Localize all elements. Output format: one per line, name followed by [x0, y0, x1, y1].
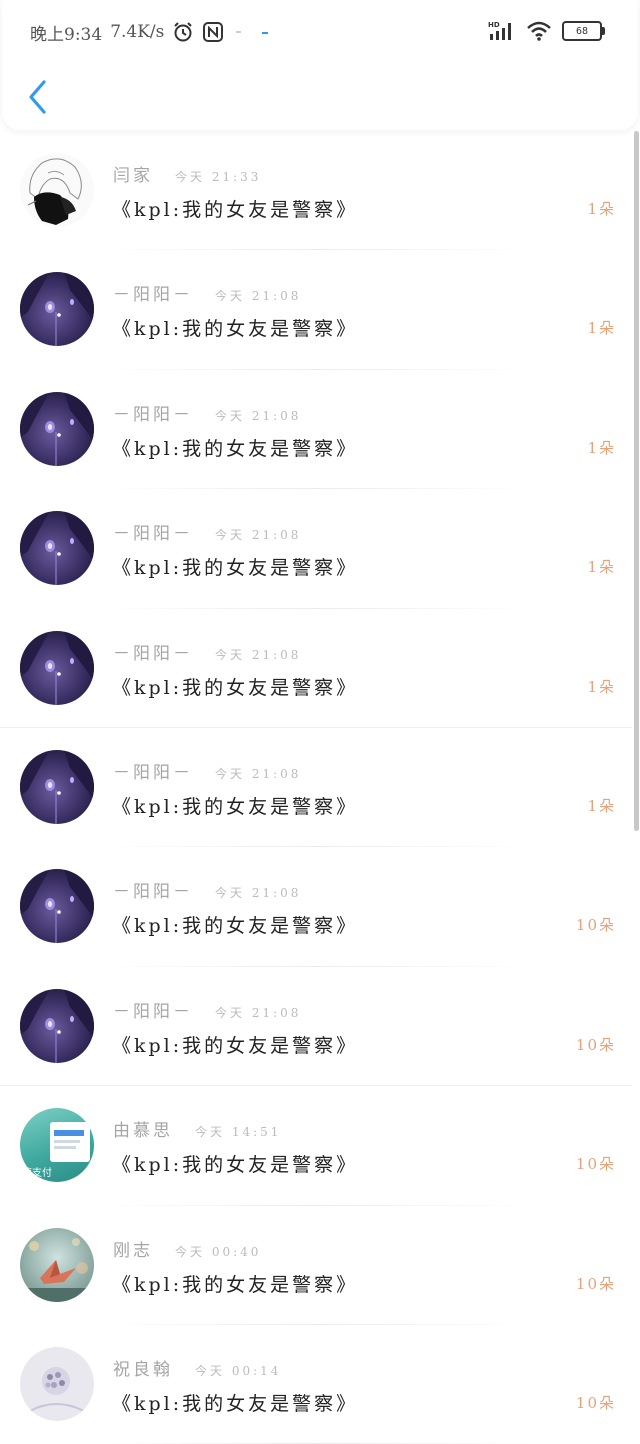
user-name: 由慕思	[113, 1121, 173, 1142]
avatar-anime-purple[interactable]	[20, 391, 94, 466]
scrollbar[interactable]	[634, 131, 639, 831]
gift-count: 10朵	[575, 1393, 616, 1412]
gift-time: 今天 00:40	[175, 1244, 262, 1259]
book-title: 《kpl:我的女友是警察》	[112, 318, 359, 341]
name-line: －阳阳－ 今天 21:08	[113, 758, 301, 783]
gift-count: 1朵	[587, 319, 616, 338]
avatar-anime-purple[interactable]	[20, 630, 94, 705]
svg-text:HD: HD	[488, 21, 500, 29]
gift-time: 今天 21:08	[215, 886, 302, 901]
book-title: 《kpl:我的女友是警察》	[112, 676, 359, 699]
gift-time: 今天 21:08	[215, 766, 302, 781]
clock-time: 晚上9:34	[30, 24, 103, 45]
chevron-left-icon	[29, 80, 46, 114]
book-title: 《kpl:我的女友是警察》	[112, 795, 359, 818]
name-line: 闫家 今天 21:33	[113, 161, 261, 186]
user-name: 祝良翰	[113, 1359, 173, 1380]
user-name: －阳阳－	[113, 404, 193, 425]
network-speed: 7.4K/s	[110, 22, 165, 42]
gift-time: 今天 14:51	[195, 1125, 282, 1140]
user-name: 刚志	[113, 1240, 153, 1261]
gift-count: 10朵	[575, 1274, 616, 1293]
avatar-anime-purple[interactable]	[20, 272, 94, 347]
gift-time: 今天 21:08	[215, 647, 302, 662]
book-title: 《kpl:我的女友是警察》	[112, 199, 359, 221]
name-line: 刚志 今天 00:40	[113, 1236, 261, 1261]
status-right: HD 68	[488, 18, 605, 44]
gift-count: 1朵	[587, 438, 616, 457]
gift-list: 闫家 今天 21:33 《kpl:我的女友是警察》 1朵 －阳阳－ 今天 21:…	[0, 131, 632, 1444]
user-name: －阳阳－	[113, 882, 193, 903]
list-item[interactable]: －阳阳－ 今天 21:08 《kpl:我的女友是警察》 10朵	[0, 967, 632, 1087]
book-title: 《kpl:我的女友是警察》	[112, 1034, 359, 1057]
user-name: －阳阳－	[113, 643, 193, 664]
notification-dot-icon	[232, 27, 272, 37]
gift-time: 今天 21:08	[215, 289, 302, 304]
gift-time: 今天 21:33	[175, 170, 262, 184]
book-title: 《kpl:我的女友是警察》	[112, 915, 359, 938]
book-title: 《kpl:我的女友是警察》	[112, 557, 359, 580]
gift-count: 1朵	[587, 677, 616, 696]
back-button[interactable]	[24, 78, 54, 116]
name-line: －阳阳－ 今天 21:08	[113, 997, 301, 1022]
name-line: －阳阳－ 今天 21:08	[113, 400, 301, 425]
alarm-icon	[172, 21, 194, 43]
avatar-anime-purple[interactable]	[20, 749, 94, 824]
avatar-anime-purple[interactable]	[20, 869, 94, 944]
book-title: 《kpl:我的女友是警察》	[112, 1392, 359, 1415]
avatar-lavender[interactable]	[20, 1346, 94, 1421]
gift-count: 10朵	[575, 1035, 616, 1054]
gift-time: 今天 21:08	[215, 1005, 302, 1020]
list-item[interactable]: 速支付 由慕思 今天 14:51 《kpl:我的女友是警察》 10朵	[0, 1086, 632, 1206]
name-line: 由慕思 今天 14:51	[113, 1116, 281, 1141]
avatar-screenshot[interactable]: 速支付	[20, 1108, 94, 1183]
status-bar: 晚上9:34 7.4K/s HD 68	[0, 0, 640, 60]
name-line: －阳阳－ 今天 21:08	[113, 877, 301, 902]
list-item[interactable]: －阳阳－ 今天 21:08 《kpl:我的女友是警察》 1朵	[0, 250, 632, 370]
book-title: 《kpl:我的女友是警察》	[112, 1273, 359, 1296]
list-item[interactable]: －阳阳－ 今天 21:08 《kpl:我的女友是警察》 1朵	[0, 609, 632, 728]
user-name: －阳阳－	[113, 285, 193, 306]
list-item[interactable]: －阳阳－ 今天 21:08 《kpl:我的女友是警察》 1朵	[0, 728, 632, 848]
user-name: －阳阳－	[113, 762, 193, 783]
cellular-signal-icon: HD	[488, 20, 516, 42]
user-name: －阳阳－	[113, 1001, 193, 1022]
status-left: 晚上9:34 7.4K/s	[30, 20, 272, 45]
name-line: －阳阳－ 今天 21:08	[113, 519, 301, 544]
book-title: 《kpl:我的女友是警察》	[112, 1154, 359, 1177]
list-item[interactable]: 祝良翰 今天 00:14 《kpl:我的女友是警察》 10朵	[0, 1325, 632, 1444]
list-item[interactable]: －阳阳－ 今天 21:08 《kpl:我的女友是警察》 1朵	[0, 489, 632, 609]
avatar-paper-crane[interactable]	[20, 1227, 94, 1302]
gift-time: 今天 21:08	[215, 528, 302, 543]
gift-count: 10朵	[575, 916, 616, 935]
list-item[interactable]: 刚志 今天 00:40 《kpl:我的女友是警察》 10朵	[0, 1206, 632, 1325]
battery-level: 68	[575, 25, 589, 37]
list-item[interactable]: －阳阳－ 今天 21:08 《kpl:我的女友是警察》 10朵	[0, 847, 632, 967]
gift-count: 10朵	[575, 1155, 616, 1174]
gift-count: 1朵	[587, 796, 616, 815]
list-item[interactable]: 闫家 今天 21:33 《kpl:我的女友是警察》 1朵	[0, 131, 632, 251]
book-title: 《kpl:我的女友是警察》	[112, 437, 359, 460]
name-line: －阳阳－ 今天 21:08	[113, 639, 301, 664]
name-line: 祝良翰 今天 00:14	[113, 1355, 281, 1380]
avatar-anime-purple[interactable]	[20, 511, 94, 586]
name-line: －阳阳－ 今天 21:08	[113, 280, 301, 305]
avatar-sketch-girl[interactable]	[20, 153, 94, 227]
battery-icon: 68	[562, 21, 605, 41]
nfc-icon	[202, 21, 224, 43]
gift-time: 今天 21:08	[215, 408, 302, 423]
wifi-icon	[526, 20, 552, 42]
gift-time: 今天 00:14	[195, 1363, 282, 1378]
gift-count: 1朵	[587, 558, 616, 577]
list-item[interactable]: －阳阳－ 今天 21:08 《kpl:我的女友是警察》 1朵	[0, 370, 632, 490]
user-name: －阳阳－	[113, 524, 193, 545]
user-name: 闫家	[113, 166, 153, 186]
avatar-anime-purple[interactable]	[20, 988, 94, 1063]
avatar-caption: 速支付	[22, 1168, 52, 1180]
gift-count: 1朵	[587, 200, 616, 218]
